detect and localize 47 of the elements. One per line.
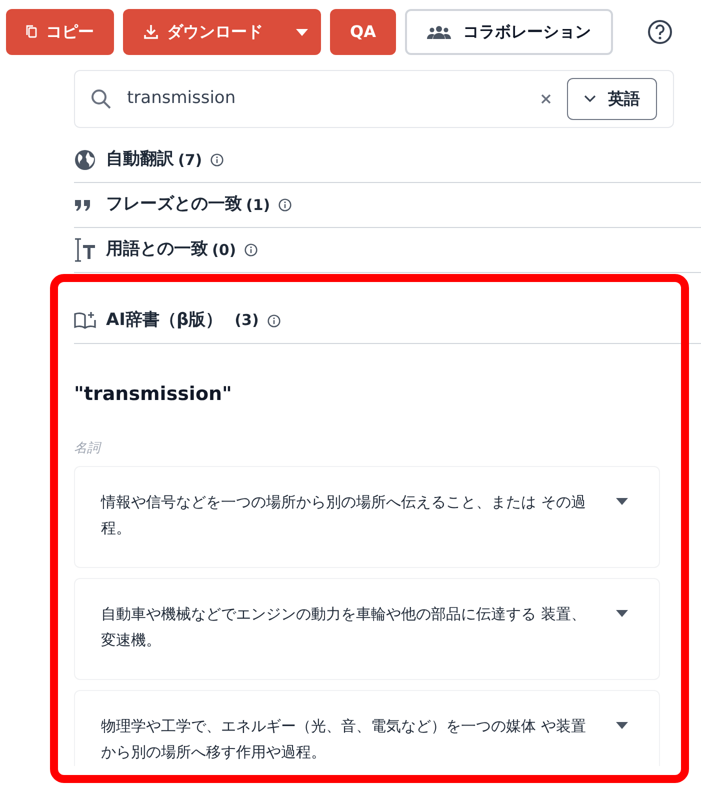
dictionary-section-header[interactable]: AI辞書（β版） (3) — [74, 298, 701, 344]
info-icon[interactable] — [278, 198, 292, 212]
search-value[interactable]: transmission — [127, 86, 541, 112]
clear-icon[interactable] — [541, 94, 551, 104]
qa-button[interactable]: QA — [330, 9, 396, 55]
section-count: (3) — [234, 310, 259, 332]
caret-down-icon[interactable] — [615, 497, 629, 506]
language-button[interactable]: 英語 — [567, 78, 657, 120]
collaboration-button[interactable]: コラボレーション — [404, 9, 613, 55]
download-button[interactable]: ダウンロード — [123, 9, 321, 55]
section-title: 用語との一致 — [106, 238, 208, 262]
search-icon — [91, 89, 111, 109]
section-count: (0) — [212, 240, 236, 261]
copy-button[interactable]: コピー — [6, 9, 114, 55]
match-section-header[interactable]: 用語との一致 (0) — [74, 228, 701, 273]
definition-card[interactable]: 自動車や機械などでエンジンの動力を車輪や他の部品に伝達する 装置、変速機。 — [74, 578, 660, 680]
dictionary-term: "transmission" — [74, 382, 233, 407]
match-section-header[interactable]: フレーズとの一致 (1) — [74, 183, 701, 228]
section-title: フレーズとの一致 — [106, 193, 242, 216]
info-icon[interactable] — [244, 243, 258, 257]
section-count: (7) — [178, 150, 202, 171]
section-count: (1) — [246, 194, 270, 216]
definition-card[interactable]: 情報や信号などを一つの場所から別の場所へ伝えること、または その過程。 — [74, 466, 660, 568]
globe-icon — [74, 149, 96, 171]
info-icon[interactable] — [266, 314, 281, 328]
caret-icon[interactable] — [295, 28, 309, 36]
book-plus-icon — [74, 310, 96, 330]
part-of-speech: 名詞 — [74, 440, 102, 458]
people-icon — [426, 25, 451, 39]
chevron-down-icon — [584, 95, 596, 103]
quote-icon — [74, 198, 92, 212]
download-icon — [143, 24, 159, 40]
definition-text: 情報や信号などを一つの場所から別の場所へ伝えること、または その過程。 — [101, 492, 587, 539]
definition-card[interactable]: 物理学や工学で、エネルギー（光、音、電気など）を一つの媒体 や装置から別の場所へ移す作用や過程。 — [74, 690, 660, 766]
search-field[interactable]: transmission 英語 — [74, 70, 674, 128]
copy-icon — [26, 25, 38, 39]
definition-text: 自動車や機械などでエンジンの動力を車輪や他の部品に伝達する 装置、変速機。 — [101, 604, 587, 651]
section-title: AI辞書（β版） — [106, 308, 223, 332]
text-cursor-icon — [74, 238, 96, 262]
download-label[interactable]: ダウンロード — [167, 20, 263, 44]
section-title: 自動翻訳 — [106, 148, 174, 172]
match-section-header[interactable]: 自動翻訳 (7) — [74, 138, 701, 183]
definition-text: 物理学や工学で、エネルギー（光、音、電気など）を一つの媒体 や装置から別の場所へ移す作用や過程。 — [101, 716, 587, 763]
caret-down-icon[interactable] — [615, 721, 629, 730]
help-icon[interactable] — [646, 19, 673, 45]
caret-down-icon[interactable] — [615, 609, 629, 618]
info-icon[interactable] — [210, 153, 224, 167]
